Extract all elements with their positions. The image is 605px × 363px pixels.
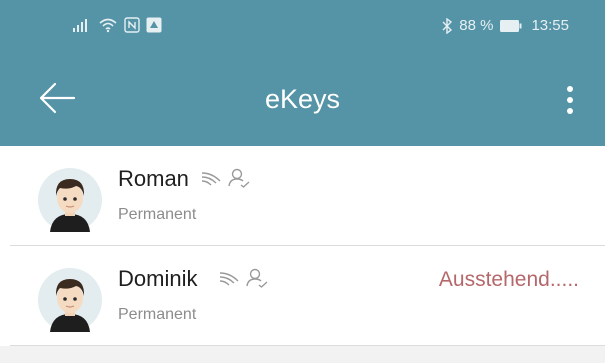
more-vertical-icon [567, 86, 573, 114]
page-title: eKeys [264, 84, 341, 114]
bluetooth-icon [442, 17, 453, 34]
list-item[interactable]: Roman Permanent [0, 146, 605, 246]
arrow-left-icon [39, 82, 76, 114]
signal-icon [73, 19, 87, 32]
ekey-validity: Permanent [118, 206, 197, 223]
status-bar-left-icons [72, 17, 162, 33]
user-check-icon [228, 168, 250, 188]
ekey-validity: Permanent [118, 306, 197, 323]
ekey-status: Ausstehend..... [438, 268, 579, 291]
app-bar: eKeys [0, 48, 605, 146]
wireless-icon [219, 272, 239, 286]
avatar [38, 168, 102, 232]
wifi-icon [99, 18, 117, 33]
wireless-icon [201, 172, 221, 186]
list-item[interactable]: Dominik Permanent Ausstehend..... [0, 246, 605, 346]
battery-icon [500, 19, 522, 32]
ekey-type-icons [200, 168, 250, 188]
ekey-type-icons [218, 268, 268, 288]
ekey-name: Dominik [118, 266, 198, 291]
app-notification-icon [146, 17, 162, 33]
clock-time: 13:55 [531, 17, 569, 34]
overflow-menu-button[interactable] [560, 84, 580, 118]
battery-percent: 88 % [459, 17, 494, 34]
status-bar: 88 % 13:55 [0, 0, 605, 48]
ekey-list: Roman Permanent Dominik Permanent Ausste… [0, 146, 605, 346]
status-bar-right: 88 % 13:55 [441, 17, 569, 34]
avatar [38, 268, 102, 332]
list-background [0, 346, 605, 363]
back-button[interactable] [38, 82, 76, 114]
nfc-icon [124, 17, 140, 33]
user-check-icon [246, 268, 268, 288]
ekey-name: Roman [118, 166, 189, 191]
